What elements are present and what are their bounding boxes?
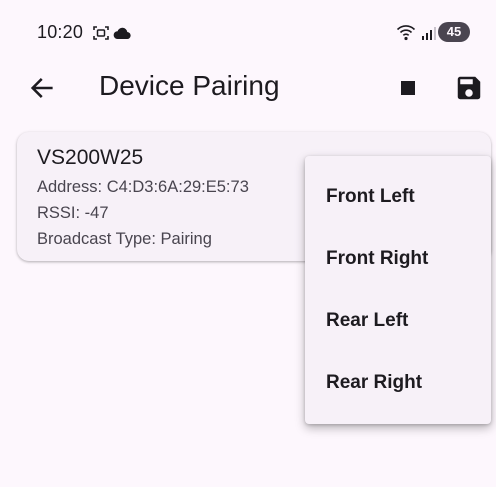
status-time: 10:20 — [37, 22, 84, 42]
device-rssi: RSSI: -47 — [37, 204, 109, 222]
signal-icon — [422, 27, 436, 40]
wifi-icon — [396, 25, 416, 41]
menu-item-rear-left[interactable]: Rear Left — [305, 290, 491, 352]
back-arrow-icon[interactable] — [28, 74, 56, 102]
menu-item-rear-right[interactable]: Rear Right — [305, 352, 491, 414]
device-pairing-screen: 10:20 45 Device Pairing VS200W25 Address… — [0, 0, 496, 487]
save-icon[interactable] — [454, 73, 484, 103]
device-name: VS200W25 — [37, 146, 144, 169]
page-title: Device Pairing — [99, 70, 280, 101]
menu-item-front-left[interactable]: Front Left — [305, 166, 491, 228]
screenshot-icon — [93, 26, 109, 40]
battery-icon: 45 — [438, 22, 470, 42]
cloud-icon — [113, 27, 131, 40]
status-bar: 10:20 45 — [0, 0, 496, 64]
device-broadcast-type: Broadcast Type: Pairing — [37, 230, 212, 248]
app-bar: Device Pairing — [0, 64, 496, 112]
device-address: Address: C4:D3:6A:29:E5:73 — [37, 178, 249, 196]
stop-icon[interactable] — [394, 74, 422, 102]
position-popup-menu: Front Left Front Right Rear Left Rear Ri… — [305, 156, 491, 424]
menu-item-front-right[interactable]: Front Right — [305, 228, 491, 290]
